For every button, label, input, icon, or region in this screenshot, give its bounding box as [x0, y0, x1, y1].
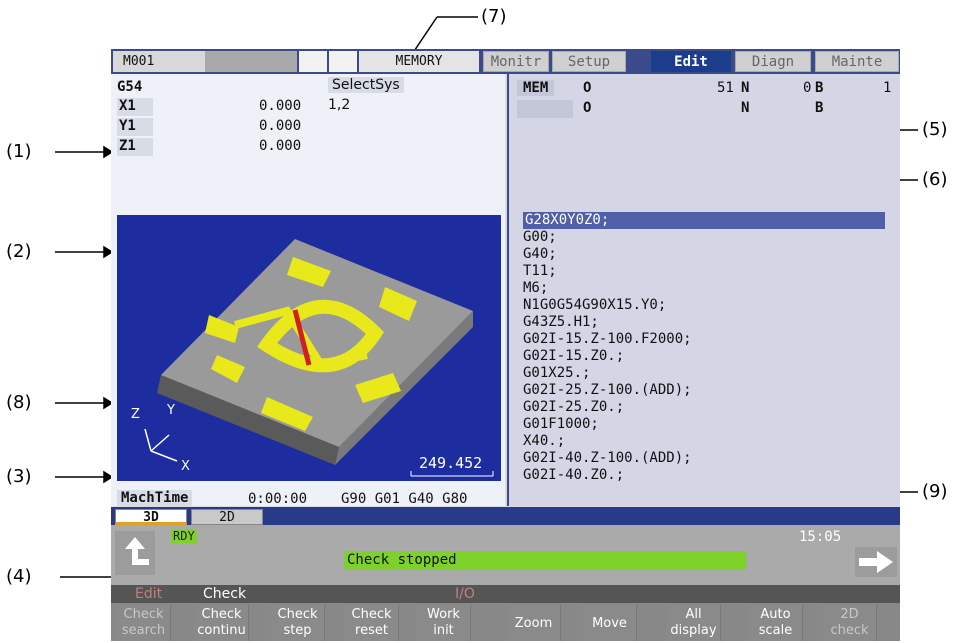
callout-7: (7) [481, 6, 507, 27]
tab-3d[interactable]: 3D [115, 509, 187, 525]
tab-setup[interactable]: Setup [552, 51, 626, 72]
cnc-screen: M001 MEMORY Monitr Setup Edit Diagn Main… [111, 49, 900, 641]
o-label-2: O [583, 100, 592, 116]
program-line[interactable]: G02I-25.Z0.; [523, 399, 624, 416]
program-line[interactable]: G00; [523, 229, 557, 246]
message-bar: Check stopped [344, 551, 746, 570]
mach-time-label: MachTime [117, 490, 193, 506]
b-label-2: B [815, 100, 824, 116]
tab-2d[interactable]: 2D [191, 509, 263, 525]
callout-4: (4) [6, 566, 32, 587]
callout-3: (3) [6, 466, 32, 487]
axis-value: 0.000 [259, 118, 302, 134]
return-arrow-icon[interactable] [115, 531, 155, 575]
axis-name: Z1 [117, 138, 153, 156]
tab-mainte[interactable]: Mainte [815, 51, 899, 72]
operation-mode: MEMORY [359, 51, 479, 72]
mem-blank [517, 100, 573, 118]
program-line[interactable]: T11; [523, 263, 557, 280]
status-row: RDY Check stopped 15:05 [111, 525, 900, 585]
menu-edit[interactable]: Edit [135, 586, 162, 602]
callout-2: (2) [6, 241, 32, 262]
program-line[interactable]: G02I-40.Z-100.(ADD); [523, 450, 692, 467]
axis-value: 0.000 [259, 98, 302, 114]
program-line[interactable]: G40; [523, 246, 557, 263]
ready-indicator: RDY [171, 529, 197, 543]
program-line[interactable]: G02I-15.Z-100.F2000; [523, 331, 692, 348]
program-line[interactable]: X40.; [523, 433, 565, 450]
status-blank-2 [329, 51, 357, 72]
select-sys-label: SelectSys [328, 77, 404, 93]
part-system-name: M001 [113, 51, 205, 72]
auto-scale-button[interactable]: Auto scale [749, 605, 803, 641]
b-label: B [815, 80, 824, 96]
program-line[interactable]: G01X25.; [523, 365, 590, 382]
n-label: N [741, 80, 750, 96]
work-init-button[interactable]: Work init [417, 605, 471, 641]
axis-value: 0.000 [259, 138, 302, 154]
o-value: 51 [717, 80, 734, 96]
program-line[interactable]: G01F1000; [523, 416, 599, 433]
softkey-bar: Check search Check continu Check step Check… [111, 603, 900, 641]
mach-time-value: 0:00:00 [248, 491, 308, 507]
program-pane: MEM O 51 N 0 B 1 O N B G28X0Y0Z0; G00; G… [507, 74, 900, 506]
o-label: O [583, 80, 592, 96]
axis-name: X1 [117, 98, 153, 116]
callout-8: (8) [6, 392, 32, 413]
axis-name: Y1 [117, 118, 153, 136]
program-line[interactable]: G02I-15.Z0.; [523, 348, 624, 365]
program-line[interactable]: G02I-25.Z-100.(ADD); [523, 382, 692, 399]
view-tab-strip: 3D 2D [111, 507, 900, 525]
check-reset-button[interactable]: Check reset [345, 605, 399, 641]
mem-label: MEM [517, 80, 555, 96]
check-step-button[interactable]: Check step [271, 605, 325, 641]
menu-hierarchy-row: Edit Check I/O [111, 585, 900, 603]
callout-5: (5) [922, 119, 948, 140]
b-value: 1 [883, 80, 892, 96]
next-arrow-icon[interactable] [855, 547, 897, 577]
callout-6: (6) [922, 169, 948, 190]
clock: 15:05 [799, 529, 842, 545]
tab-diagn[interactable]: Diagn [735, 51, 811, 72]
status-blank-1 [299, 51, 327, 72]
modal-g-codes: G90 G01 G40 G80 [341, 491, 468, 507]
program-line[interactable]: G02I-40.Z0.; [523, 467, 624, 484]
work-coordinate: G54 [117, 79, 143, 95]
workpiece-render [144, 239, 494, 477]
scale-value: 249.452 [419, 454, 483, 472]
status-blank-gray [205, 51, 297, 72]
n-label-2: N [741, 100, 750, 116]
menu-io[interactable]: I/O [455, 586, 475, 602]
2d-check-button[interactable]: 2D check [823, 605, 877, 641]
tab-monitr[interactable]: Monitr [483, 51, 549, 72]
zoom-button[interactable]: Zoom [507, 605, 561, 641]
program-line-current[interactable]: G28X0Y0Z0; [523, 212, 885, 229]
program-line[interactable]: N1G0G54G90X15.Y0; [523, 297, 666, 314]
axis-x-label: X [181, 459, 190, 474]
move-button[interactable]: Move [583, 605, 637, 641]
axis-z-label: Z [131, 407, 140, 422]
n-value: 0 [803, 80, 812, 96]
all-display-button[interactable]: All display [667, 605, 721, 641]
axis-y-label: Y [167, 403, 175, 418]
check-display-pane: G54 SelectSys 1,2 X1 0.000 Y1 0.000 Z1 0… [111, 74, 505, 507]
program-line[interactable]: G43Z5.H1; [523, 314, 599, 331]
3d-check-view[interactable]: Z Y X 249.452 [117, 215, 501, 481]
select-sys-value: 1,2 [328, 97, 351, 113]
check-continu-button[interactable]: Check continu [195, 605, 249, 641]
callout-1: (1) [6, 141, 32, 162]
top-status-bar: M001 MEMORY Monitr Setup Edit Diagn Main… [111, 49, 900, 74]
check-search-button[interactable]: Check search [117, 605, 171, 641]
callout-9: (9) [922, 481, 948, 502]
tab-edit[interactable]: Edit [651, 51, 731, 72]
program-line[interactable]: M6; [523, 280, 548, 297]
menu-check[interactable]: Check [203, 586, 246, 602]
